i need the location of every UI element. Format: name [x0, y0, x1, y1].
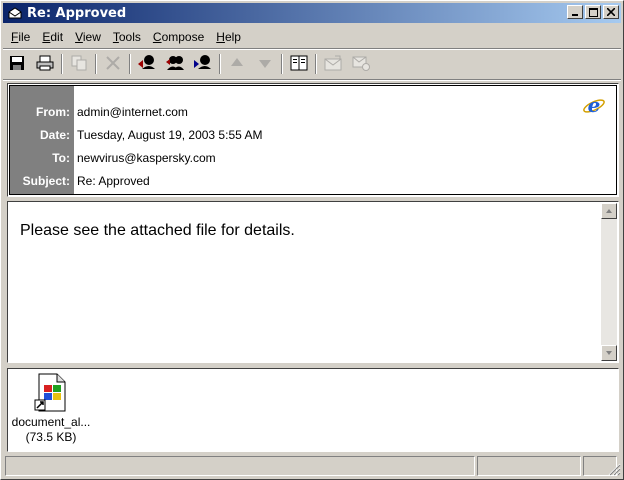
toolbar-separator	[219, 54, 221, 74]
menu-bar: File Edit View Tools Compose Help	[5, 27, 247, 47]
previous-icon	[229, 55, 245, 74]
print-button[interactable]	[33, 53, 57, 75]
subject-label: Subject:	[22, 173, 70, 188]
address-book-button[interactable]	[287, 53, 311, 75]
menu-file[interactable]: File	[5, 30, 36, 44]
toolbar-separator	[315, 54, 317, 74]
menu-edit[interactable]: Edit	[36, 30, 69, 44]
message-header: From: Date: To: Subject: admin@internet.…	[7, 83, 619, 197]
toolbar-separator	[61, 54, 63, 74]
save-button[interactable]	[5, 53, 29, 75]
next-button[interactable]	[253, 53, 277, 75]
forward-icon	[193, 54, 213, 75]
send-receive-icon	[324, 55, 342, 74]
reply-all-button[interactable]	[163, 53, 187, 75]
menu-help[interactable]: Help	[210, 30, 247, 44]
copy-button[interactable]	[67, 53, 91, 75]
resize-grip-icon[interactable]	[607, 462, 621, 476]
status-bar	[5, 456, 621, 476]
minimize-button[interactable]	[567, 5, 583, 19]
close-button[interactable]	[603, 5, 619, 19]
to-label: To:	[52, 150, 70, 165]
attachment-name: document_al...	[11, 415, 91, 429]
scroll-down-button[interactable]	[601, 345, 617, 361]
reply-icon	[137, 54, 157, 75]
delete-icon	[105, 55, 121, 74]
status-pane-main	[5, 456, 475, 476]
title-bar[interactable]: Re: Approved	[3, 3, 621, 23]
toolbar-separator	[281, 54, 283, 74]
next-icon	[257, 55, 273, 74]
status-pane-secondary	[477, 456, 581, 476]
save-icon	[9, 55, 25, 74]
toolbar	[5, 50, 377, 78]
forward-button[interactable]	[191, 53, 215, 75]
toolbar-separator-line	[3, 79, 621, 81]
svg-text:e: e	[588, 94, 601, 117]
attachments-pane: document_al... (73.5 KB)	[7, 368, 619, 452]
from-value[interactable]: admin@internet.com	[74, 100, 616, 123]
email-window: Re: Approved File Edit View Tools Compos…	[0, 0, 624, 480]
previous-button[interactable]	[225, 53, 249, 75]
body-text: Please see the attached file for details…	[20, 222, 295, 239]
attachment-item[interactable]: document_al... (73.5 KB)	[10, 373, 92, 445]
from-label: From:	[36, 104, 70, 119]
print-icon	[36, 55, 54, 74]
to-value[interactable]: newvirus@kaspersky.com	[74, 146, 616, 169]
copy-icon	[71, 55, 87, 74]
toolbar-separator	[95, 54, 97, 74]
date-value: Tuesday, August 19, 2003 5:55 AM	[77, 127, 263, 142]
reply-button[interactable]	[135, 53, 159, 75]
mail-icon	[352, 55, 370, 74]
menu-compose[interactable]: Compose	[147, 30, 210, 44]
date-label: Date:	[39, 127, 70, 142]
window-title: Re: Approved	[27, 5, 127, 21]
mail-button[interactable]	[349, 53, 373, 75]
windows-file-shortcut-icon	[33, 373, 69, 413]
address-book-icon	[290, 55, 308, 74]
toolbar-separator	[129, 54, 131, 74]
maximize-button[interactable]	[585, 5, 601, 19]
message-body[interactable]: Please see the attached file for details…	[7, 201, 619, 363]
attachment-size: (73.5 KB)	[25, 430, 77, 444]
menu-view[interactable]: View	[69, 30, 107, 44]
reply-all-icon	[165, 54, 185, 75]
header-values: admin@internet.com Tuesday, August 19, 2…	[74, 86, 616, 194]
vertical-scrollbar[interactable]	[601, 203, 617, 361]
envelope-icon	[7, 5, 23, 21]
send-receive-button[interactable]	[321, 53, 345, 75]
delete-button[interactable]	[101, 53, 125, 75]
subject-value: Re: Approved	[77, 173, 150, 188]
scroll-up-button[interactable]	[601, 203, 617, 219]
internet-explorer-icon: e	[582, 93, 606, 121]
header-labels: From: Date: To: Subject:	[10, 86, 74, 194]
menu-tools[interactable]: Tools	[107, 30, 147, 44]
